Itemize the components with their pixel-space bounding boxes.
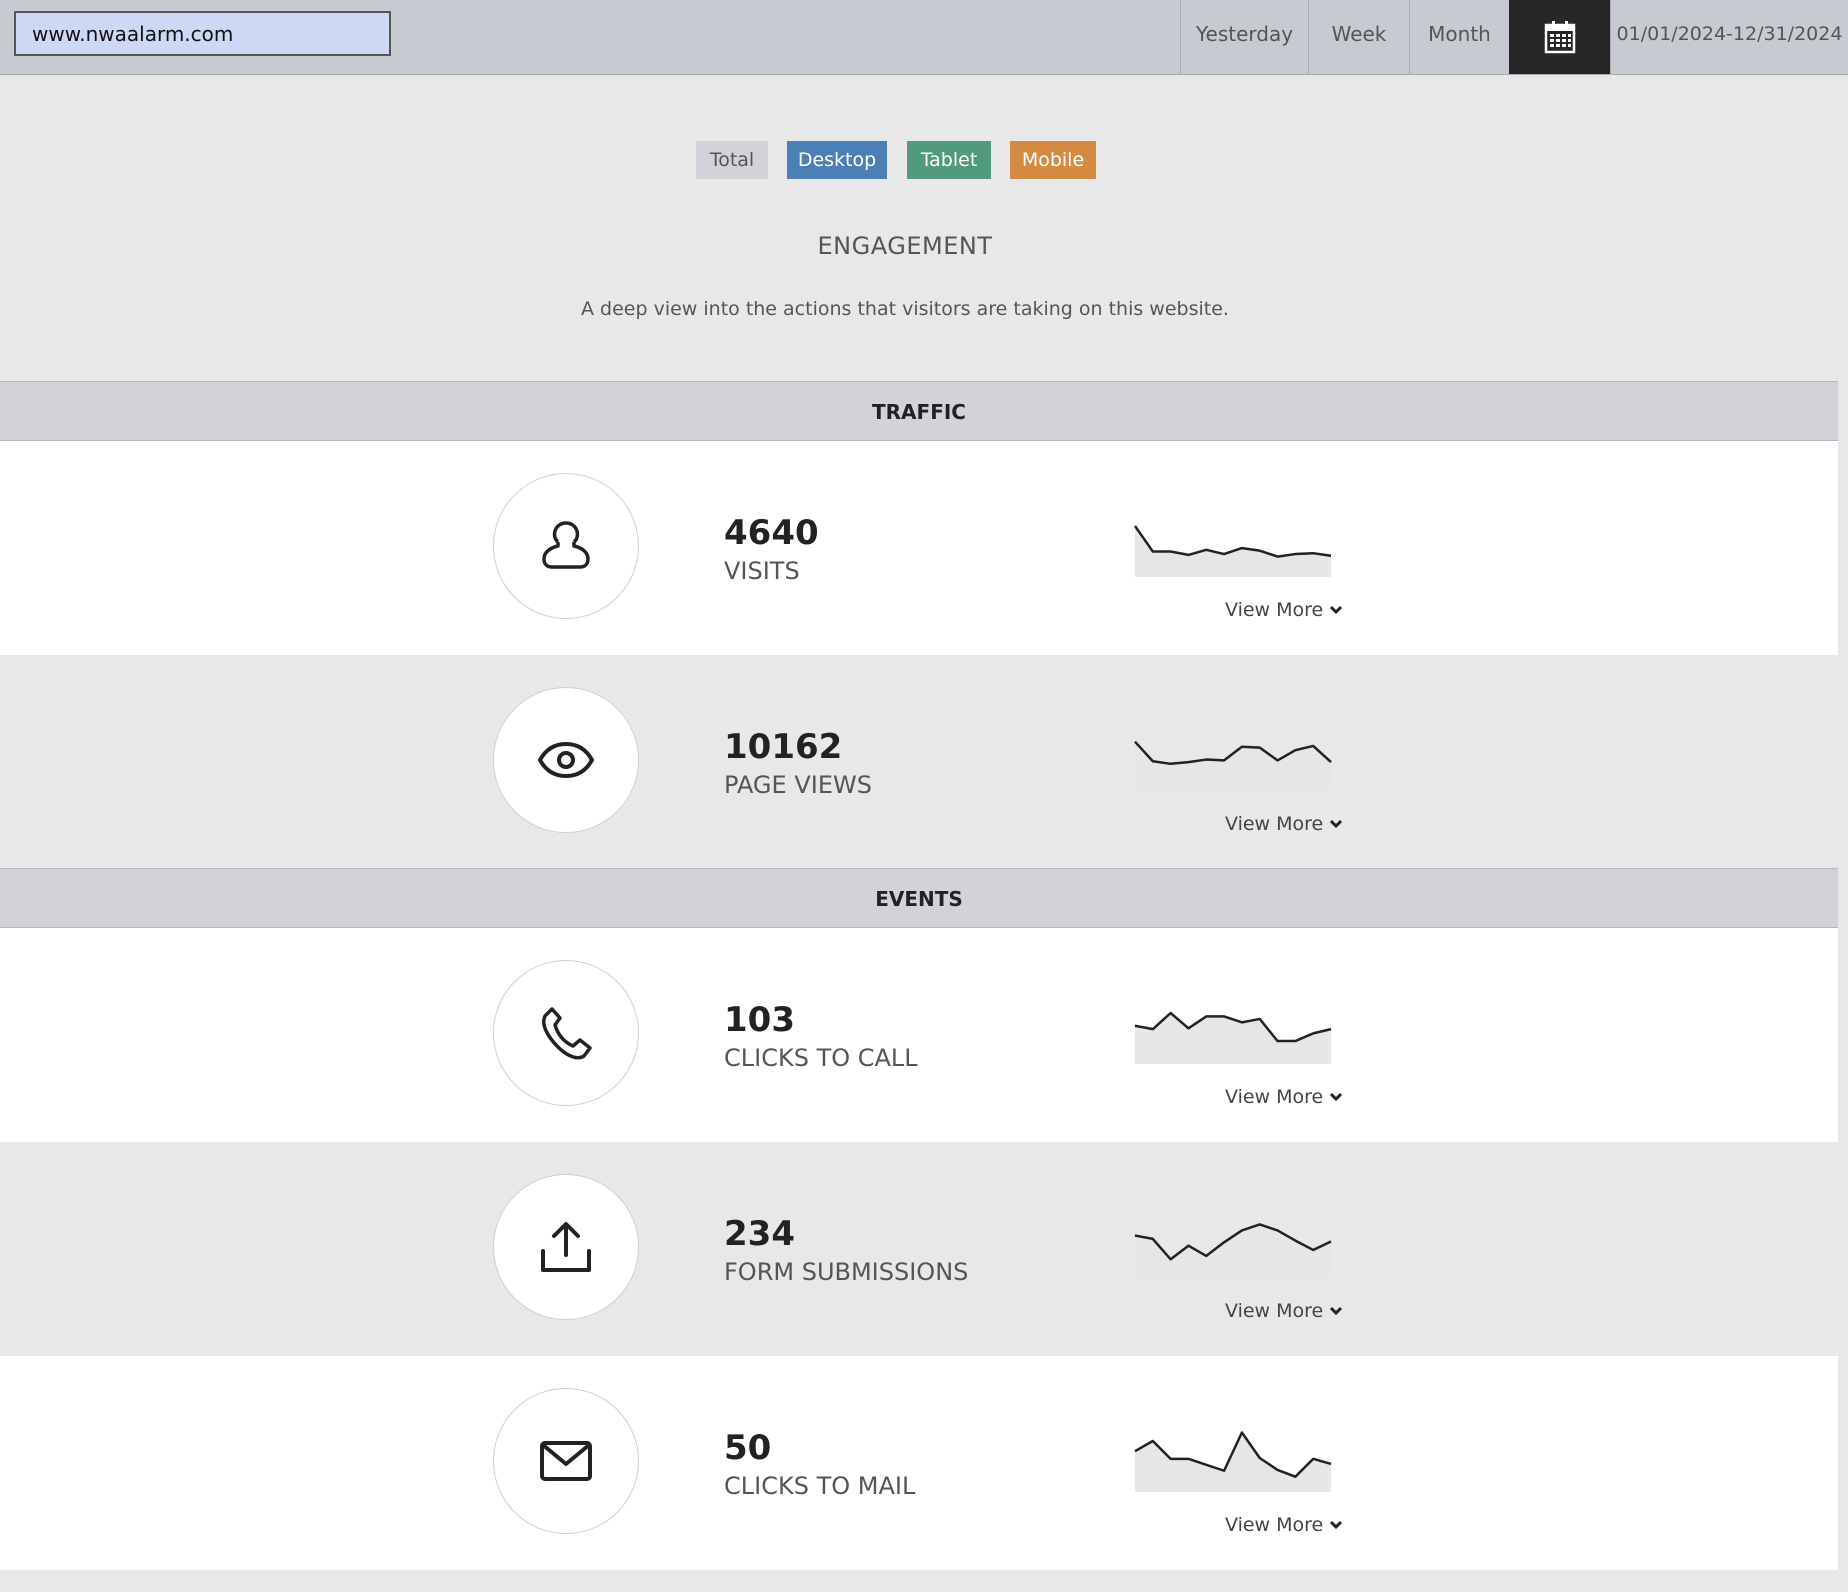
metric-icon-circle xyxy=(493,1388,639,1534)
chevron-down-icon xyxy=(1330,819,1343,829)
eye-icon xyxy=(538,742,594,778)
range-yesterday-button[interactable]: Yesterday xyxy=(1180,0,1308,74)
metric-label: CLICKS TO MAIL xyxy=(724,1472,916,1500)
metric-value: 234 xyxy=(724,1214,795,1254)
filter-total[interactable]: Total xyxy=(696,141,768,179)
filter-mobile[interactable]: Mobile xyxy=(1010,141,1096,179)
mail-icon xyxy=(540,1441,592,1481)
date-range-display[interactable]: 01/01/2024-12/31/2024 xyxy=(1610,0,1848,74)
section-header-traffic: TRAFFIC xyxy=(0,381,1838,441)
sparkline-chart xyxy=(1134,525,1332,577)
metric-icon-circle xyxy=(493,473,639,619)
metric-icon-circle xyxy=(493,1174,639,1320)
metric-label: FORM SUBMISSIONS xyxy=(724,1258,969,1286)
metric-row-clicks-to-call: 103 CLICKS TO CALL View More xyxy=(0,928,1838,1142)
metric-value: 10162 xyxy=(724,727,843,767)
sparkline-area xyxy=(1135,1432,1331,1492)
chevron-down-icon xyxy=(1330,1520,1343,1530)
view-more-button[interactable]: View More xyxy=(1225,1300,1343,1322)
chevron-down-icon xyxy=(1330,605,1343,615)
chevron-down-icon xyxy=(1330,1092,1343,1102)
range-month-button[interactable]: Month xyxy=(1409,0,1509,74)
top-bar: Yesterday Week Month 01/01/2024-12/31/20… xyxy=(0,0,1848,75)
page-title: ENGAGEMENT xyxy=(817,232,993,260)
user-icon xyxy=(542,521,590,569)
metric-value: 103 xyxy=(724,1000,795,1040)
sparkline-chart xyxy=(1134,740,1332,791)
view-more-button[interactable]: View More xyxy=(1225,813,1343,835)
chevron-down-icon xyxy=(1330,1306,1343,1316)
metric-icon-circle xyxy=(493,960,639,1106)
phone-icon xyxy=(542,1007,592,1060)
url-field[interactable] xyxy=(14,11,391,56)
sparkline-chart xyxy=(1134,1223,1332,1278)
view-more-button[interactable]: View More xyxy=(1225,599,1343,621)
sparkline-chart xyxy=(1134,1011,1332,1064)
upload-icon xyxy=(541,1222,591,1272)
filter-desktop[interactable]: Desktop xyxy=(787,141,887,179)
sparkline-chart xyxy=(1134,1431,1332,1492)
calendar-button[interactable] xyxy=(1509,0,1610,74)
metric-label: CLICKS TO CALL xyxy=(724,1044,918,1072)
metric-row-form-submissions: 234 FORM SUBMISSIONS View More xyxy=(0,1142,1838,1356)
view-more-button[interactable]: View More xyxy=(1225,1086,1343,1108)
view-more-label: View More xyxy=(1225,1300,1324,1322)
filter-tablet[interactable]: Tablet xyxy=(907,141,991,179)
device-filters: Total Desktop Tablet Mobile xyxy=(0,141,1810,179)
view-more-label: View More xyxy=(1225,599,1324,621)
metric-row-visits: 4640 VISITS View More xyxy=(0,441,1838,655)
metric-row-clicks-to-mail: 50 CLICKS TO MAIL View More xyxy=(0,1356,1838,1570)
sparkline-line xyxy=(1134,525,1332,558)
range-week-button[interactable]: Week xyxy=(1308,0,1409,74)
page-subtitle: A deep view into the actions that visito… xyxy=(581,298,1229,320)
metric-value: 4640 xyxy=(724,513,819,553)
metric-label: VISITS xyxy=(724,557,800,585)
view-more-label: View More xyxy=(1225,1514,1324,1536)
calendar-icon xyxy=(1544,21,1575,54)
view-more-label: View More xyxy=(1225,813,1324,835)
view-more-label: View More xyxy=(1225,1086,1324,1108)
metric-value: 50 xyxy=(724,1428,772,1468)
metric-icon-circle xyxy=(493,687,639,833)
metric-label: PAGE VIEWS xyxy=(724,771,872,799)
section-header-events: EVENTS xyxy=(0,868,1838,928)
view-more-button[interactable]: View More xyxy=(1225,1514,1343,1536)
metric-row-page-views: 10162 PAGE VIEWS View More xyxy=(0,655,1838,869)
